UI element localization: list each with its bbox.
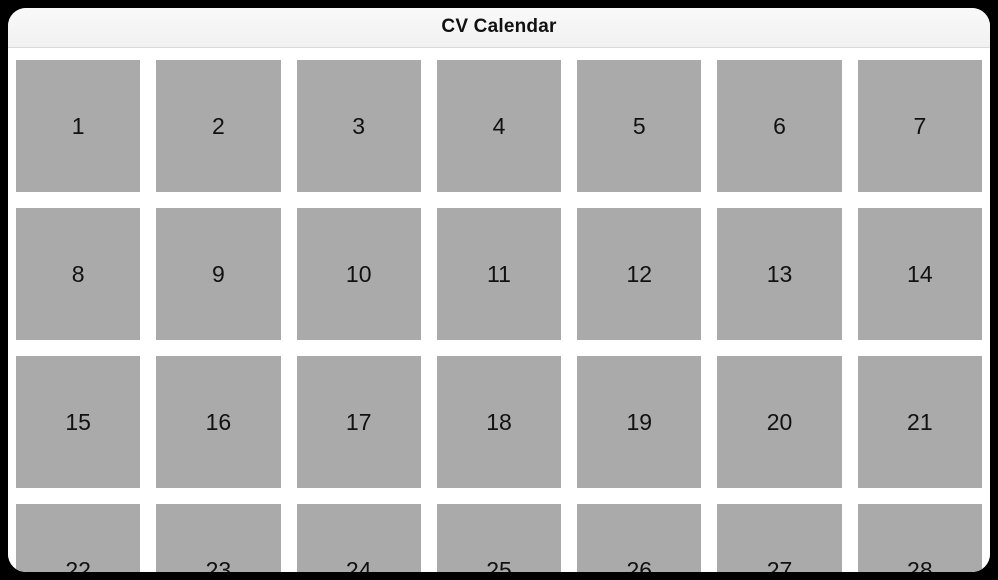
calendar-day-cell[interactable]: 4 — [437, 60, 561, 192]
calendar-day-label: 23 — [206, 557, 232, 573]
calendar-day-cell[interactable]: 25 — [437, 504, 561, 572]
calendar-scroll-area[interactable]: 1 2 3 4 5 6 7 8 9 10 11 12 13 14 15 16 1… — [8, 48, 990, 572]
calendar-day-cell[interactable]: 18 — [437, 356, 561, 488]
calendar-day-label: 11 — [487, 261, 511, 288]
calendar-day-label: 26 — [626, 557, 652, 573]
calendar-day-label: 16 — [206, 409, 232, 436]
calendar-day-label: 27 — [767, 557, 793, 573]
calendar-day-label: 2 — [212, 113, 225, 140]
window-title: CV Calendar — [8, 16, 990, 38]
calendar-day-cell[interactable]: 16 — [156, 356, 280, 488]
calendar-day-cell[interactable]: 13 — [717, 208, 841, 340]
calendar-day-cell[interactable]: 15 — [16, 356, 140, 488]
calendar-day-cell[interactable]: 9 — [156, 208, 280, 340]
calendar-day-label: 14 — [907, 261, 933, 288]
calendar-day-label: 8 — [72, 261, 85, 288]
calendar-day-label: 13 — [767, 261, 793, 288]
calendar-day-cell[interactable]: 14 — [858, 208, 982, 340]
calendar-day-label: 10 — [346, 261, 372, 288]
calendar-day-label: 5 — [633, 113, 646, 140]
calendar-day-label: 4 — [493, 113, 506, 140]
calendar-day-cell[interactable]: 12 — [577, 208, 701, 340]
window-titlebar: CV Calendar — [8, 8, 990, 48]
calendar-day-label: 24 — [346, 557, 372, 573]
calendar-day-label: 1 — [72, 113, 85, 140]
calendar-day-cell[interactable]: 11 — [437, 208, 561, 340]
calendar-day-cell[interactable]: 5 — [577, 60, 701, 192]
calendar-day-label: 12 — [626, 261, 652, 288]
calendar-day-cell[interactable]: 27 — [717, 504, 841, 572]
calendar-day-cell[interactable]: 19 — [577, 356, 701, 488]
calendar-day-label: 7 — [913, 113, 926, 140]
calendar-day-label: 3 — [352, 113, 365, 140]
calendar-day-label: 22 — [65, 557, 91, 573]
calendar-day-label: 21 — [907, 409, 933, 436]
calendar-day-cell[interactable]: 23 — [156, 504, 280, 572]
calendar-grid: 1 2 3 4 5 6 7 8 9 10 11 12 13 14 15 16 1… — [8, 60, 990, 572]
calendar-day-label: 17 — [346, 409, 372, 436]
calendar-day-cell[interactable]: 10 — [297, 208, 421, 340]
calendar-day-cell[interactable]: 1 — [16, 60, 140, 192]
device-frame: CV Calendar 1 2 3 4 5 6 7 8 9 10 11 12 1… — [0, 0, 998, 580]
calendar-day-cell[interactable]: 21 — [858, 356, 982, 488]
calendar-day-label: 9 — [212, 261, 225, 288]
calendar-day-label: 20 — [767, 409, 793, 436]
calendar-day-cell[interactable]: 22 — [16, 504, 140, 572]
calendar-day-label: 15 — [65, 409, 91, 436]
calendar-day-cell[interactable]: 26 — [577, 504, 701, 572]
calendar-day-cell[interactable]: 2 — [156, 60, 280, 192]
screen: CV Calendar 1 2 3 4 5 6 7 8 9 10 11 12 1… — [8, 8, 990, 572]
calendar-day-label: 28 — [907, 557, 933, 573]
calendar-day-cell[interactable]: 8 — [16, 208, 140, 340]
calendar-day-cell[interactable]: 20 — [717, 356, 841, 488]
calendar-day-label: 19 — [626, 409, 652, 436]
calendar-day-cell[interactable]: 7 — [858, 60, 982, 192]
calendar-day-cell[interactable]: 17 — [297, 356, 421, 488]
calendar-day-label: 18 — [486, 409, 512, 436]
calendar-day-label: 25 — [486, 557, 512, 573]
calendar-day-cell[interactable]: 6 — [717, 60, 841, 192]
calendar-day-cell[interactable]: 28 — [858, 504, 982, 572]
calendar-day-cell[interactable]: 24 — [297, 504, 421, 572]
calendar-day-cell[interactable]: 3 — [297, 60, 421, 192]
calendar-day-label: 6 — [773, 113, 786, 140]
